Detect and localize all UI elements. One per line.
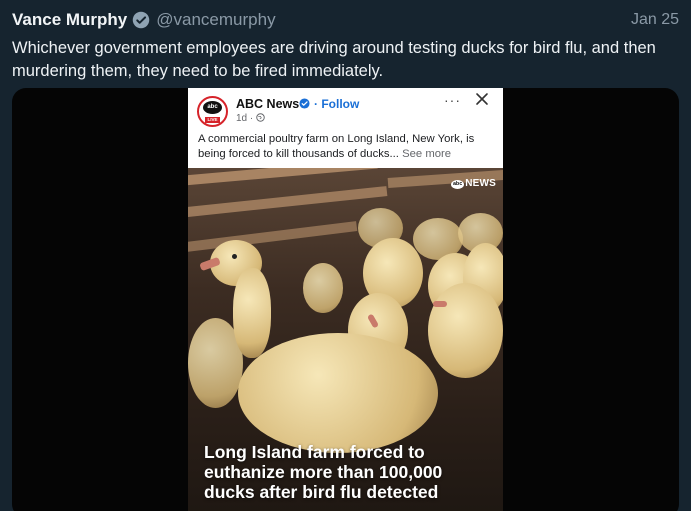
fb-follow-link[interactable]: · Follow <box>314 97 359 111</box>
duckling <box>303 263 343 313</box>
abc-logo-mark: abc <box>451 180 465 189</box>
fb-post-time: 1d · <box>236 113 254 124</box>
tweet: Vance Murphy @vancemurphy Jan 25 Whichev… <box>0 0 691 511</box>
fb-post-caption: A commercial poultry farm on Long Island… <box>198 132 498 162</box>
verified-badge-icon <box>133 11 150 29</box>
barn-beam <box>188 186 388 218</box>
tweet-media[interactable]: abc LIVE ABC News · Follow 1d · ··· A co… <box>12 88 679 511</box>
author-name[interactable]: Vance Murphy <box>12 10 127 30</box>
author-handle[interactable]: @vancemurphy <box>156 10 275 30</box>
close-icon[interactable] <box>474 91 490 107</box>
fb-verified-icon <box>299 98 310 109</box>
fb-page-name[interactable]: ABC News <box>236 97 299 111</box>
fb-post-header: abc LIVE ABC News · Follow 1d · ··· A co… <box>188 88 503 168</box>
news-photo[interactable]: abc NEWS Long Island farm forced to eutha… <box>188 168 503 511</box>
duck-bill <box>433 301 447 307</box>
fb-follow-label: Follow <box>321 97 360 111</box>
tweet-text: Whichever government employees are drivi… <box>12 39 656 80</box>
duck-eye <box>232 254 237 259</box>
duckling <box>428 283 503 378</box>
globe-icon <box>256 113 265 122</box>
photo-headline: Long Island farm forced to euthanize mor… <box>204 442 443 502</box>
barn-beam <box>188 168 378 186</box>
abc-news-avatar[interactable]: abc LIVE <box>197 96 228 127</box>
more-options-icon[interactable]: ··· <box>444 92 461 108</box>
barn-beam <box>188 221 358 253</box>
main-duckling-body <box>238 333 438 453</box>
tweet-date[interactable]: Jan 25 <box>631 11 679 29</box>
tweet-header: Vance Murphy @vancemurphy Jan 25 <box>12 9 679 31</box>
main-duckling-neck <box>233 268 271 358</box>
avatar-logo: abc <box>203 101 222 114</box>
abc-logo-text: NEWS <box>465 178 496 189</box>
avatar-live-badge: LIVE <box>205 117 220 123</box>
see-more-link[interactable]: See more <box>402 148 451 160</box>
embedded-facebook-post: abc LIVE ABC News · Follow 1d · ··· A co… <box>188 88 503 511</box>
abc-news-watermark: abc NEWS <box>451 178 496 189</box>
